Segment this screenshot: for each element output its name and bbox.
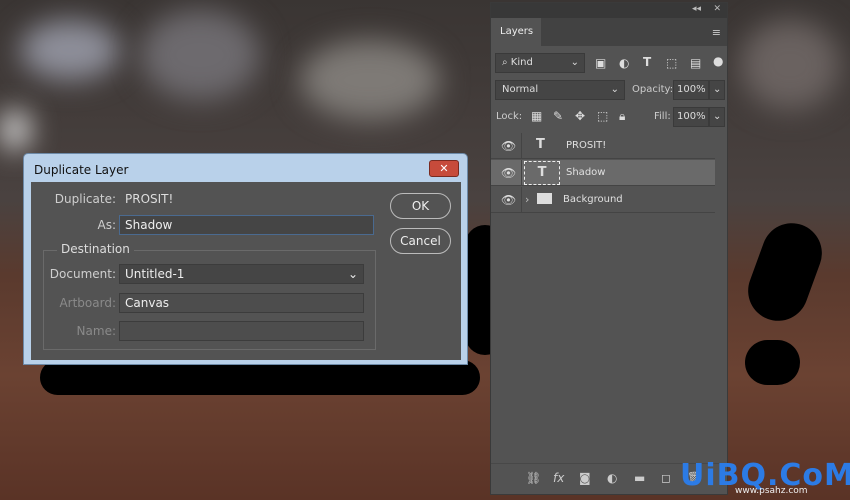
adjustment-filter-icon[interactable]: ◐: [619, 56, 629, 70]
name-input: [119, 321, 364, 341]
filter-kind-select[interactable]: ⌕ Kind ⌄: [495, 53, 585, 73]
eye-icon[interactable]: 👁︎: [501, 139, 516, 153]
chevron-down-icon: ⌄: [570, 57, 579, 68]
duplicate-value: PROSIT!: [125, 192, 174, 206]
lock-label: Lock:: [496, 111, 523, 122]
fx-icon[interactable]: fx: [553, 471, 564, 485]
lock-image-icon[interactable]: ✎: [553, 109, 563, 123]
artboard-label: Artboard:: [59, 296, 116, 310]
chevron-down-icon: ⌄: [610, 84, 619, 95]
lock-all-icon[interactable]: 🔒︎: [619, 109, 625, 124]
bokeh: [140, 10, 260, 100]
lock-transparent-icon[interactable]: ▦: [531, 109, 542, 123]
smart-object-filter-icon[interactable]: ▤: [690, 56, 701, 70]
panel-menu-icon[interactable]: ≡: [712, 26, 721, 39]
layers-panel: ◂◂ ✕ Layers ≡ ⌕ Kind ⌄ ▣ ◐ T ⬚ ▤ ● Normal ⌄ …: [490, 2, 728, 495]
as-input[interactable]: Shadow: [119, 215, 374, 235]
duplicate-label: Duplicate:: [54, 192, 116, 206]
shape-filter-icon[interactable]: ⬚: [666, 56, 677, 70]
lock-artboard-icon[interactable]: ⬚: [597, 109, 608, 123]
cancel-button[interactable]: Cancel: [390, 228, 451, 254]
collapse-icon[interactable]: ◂◂: [692, 4, 701, 14]
name-label: Name:: [76, 324, 116, 338]
link-icon[interactable]: ⛓︎: [526, 471, 541, 485]
layer-row-background[interactable]: 👁︎ › Background: [491, 187, 715, 213]
fill-input[interactable]: 100%: [673, 107, 709, 127]
lock-position-icon[interactable]: ✥: [575, 109, 585, 123]
document-label: Document:: [49, 267, 116, 281]
folder-icon: [537, 193, 552, 204]
opacity-label: Opacity:: [632, 84, 674, 95]
text-shape: [745, 340, 800, 385]
bokeh: [20, 20, 120, 80]
document-select[interactable]: Untitled-1 ⌄: [119, 264, 364, 284]
bokeh: [300, 40, 440, 120]
type-filter-icon[interactable]: T: [643, 55, 651, 69]
ok-button[interactable]: OK: [390, 193, 451, 219]
opacity-input[interactable]: 100%: [673, 80, 709, 100]
close-panel-icon[interactable]: ✕: [713, 4, 721, 14]
chevron-down-icon: ⌄: [347, 267, 358, 281]
tab-layers[interactable]: Layers: [491, 18, 541, 46]
text-layer-icon: T: [536, 137, 545, 152]
filter-toggle-icon[interactable]: ●: [713, 54, 723, 68]
eye-icon[interactable]: 👁︎: [501, 166, 516, 180]
blend-mode-select[interactable]: Normal ⌄: [495, 80, 625, 100]
expand-chevron-icon[interactable]: ›: [525, 193, 529, 206]
artboard-select: Canvas: [119, 293, 364, 313]
layer-row-prosit[interactable]: 👁︎ T PROSIT!: [491, 133, 715, 159]
layer-row-shadow[interactable]: 👁︎ T Shadow: [491, 160, 715, 186]
new-layer-icon[interactable]: ◻: [661, 471, 671, 485]
fill-label: Fill:: [654, 111, 671, 122]
mask-icon[interactable]: ◙: [579, 471, 591, 485]
as-label: As:: [97, 218, 116, 232]
eye-icon[interactable]: 👁︎: [501, 193, 516, 207]
bokeh: [740, 20, 840, 110]
destination-legend: Destination: [57, 242, 134, 256]
close-button[interactable]: ✕: [429, 160, 459, 177]
duplicate-layer-dialog: Duplicate Layer ✕ Duplicate: PROSIT! As:…: [23, 153, 468, 365]
adjustment-layer-icon[interactable]: ◐: [607, 471, 617, 485]
new-group-icon[interactable]: ▬: [634, 471, 645, 485]
bokeh: [0, 110, 30, 150]
dialog-title: Duplicate Layer: [34, 163, 129, 177]
text-layer-icon: T: [524, 161, 560, 185]
text-shape: [739, 214, 831, 330]
fill-dropdown[interactable]: ⌄: [709, 107, 725, 127]
opacity-dropdown[interactable]: ⌄: [709, 80, 725, 100]
text-shape: [40, 360, 480, 395]
search-icon: ⌕: [502, 57, 511, 68]
watermark-url: www.psahz.com: [735, 486, 808, 496]
image-filter-icon[interactable]: ▣: [595, 56, 606, 70]
